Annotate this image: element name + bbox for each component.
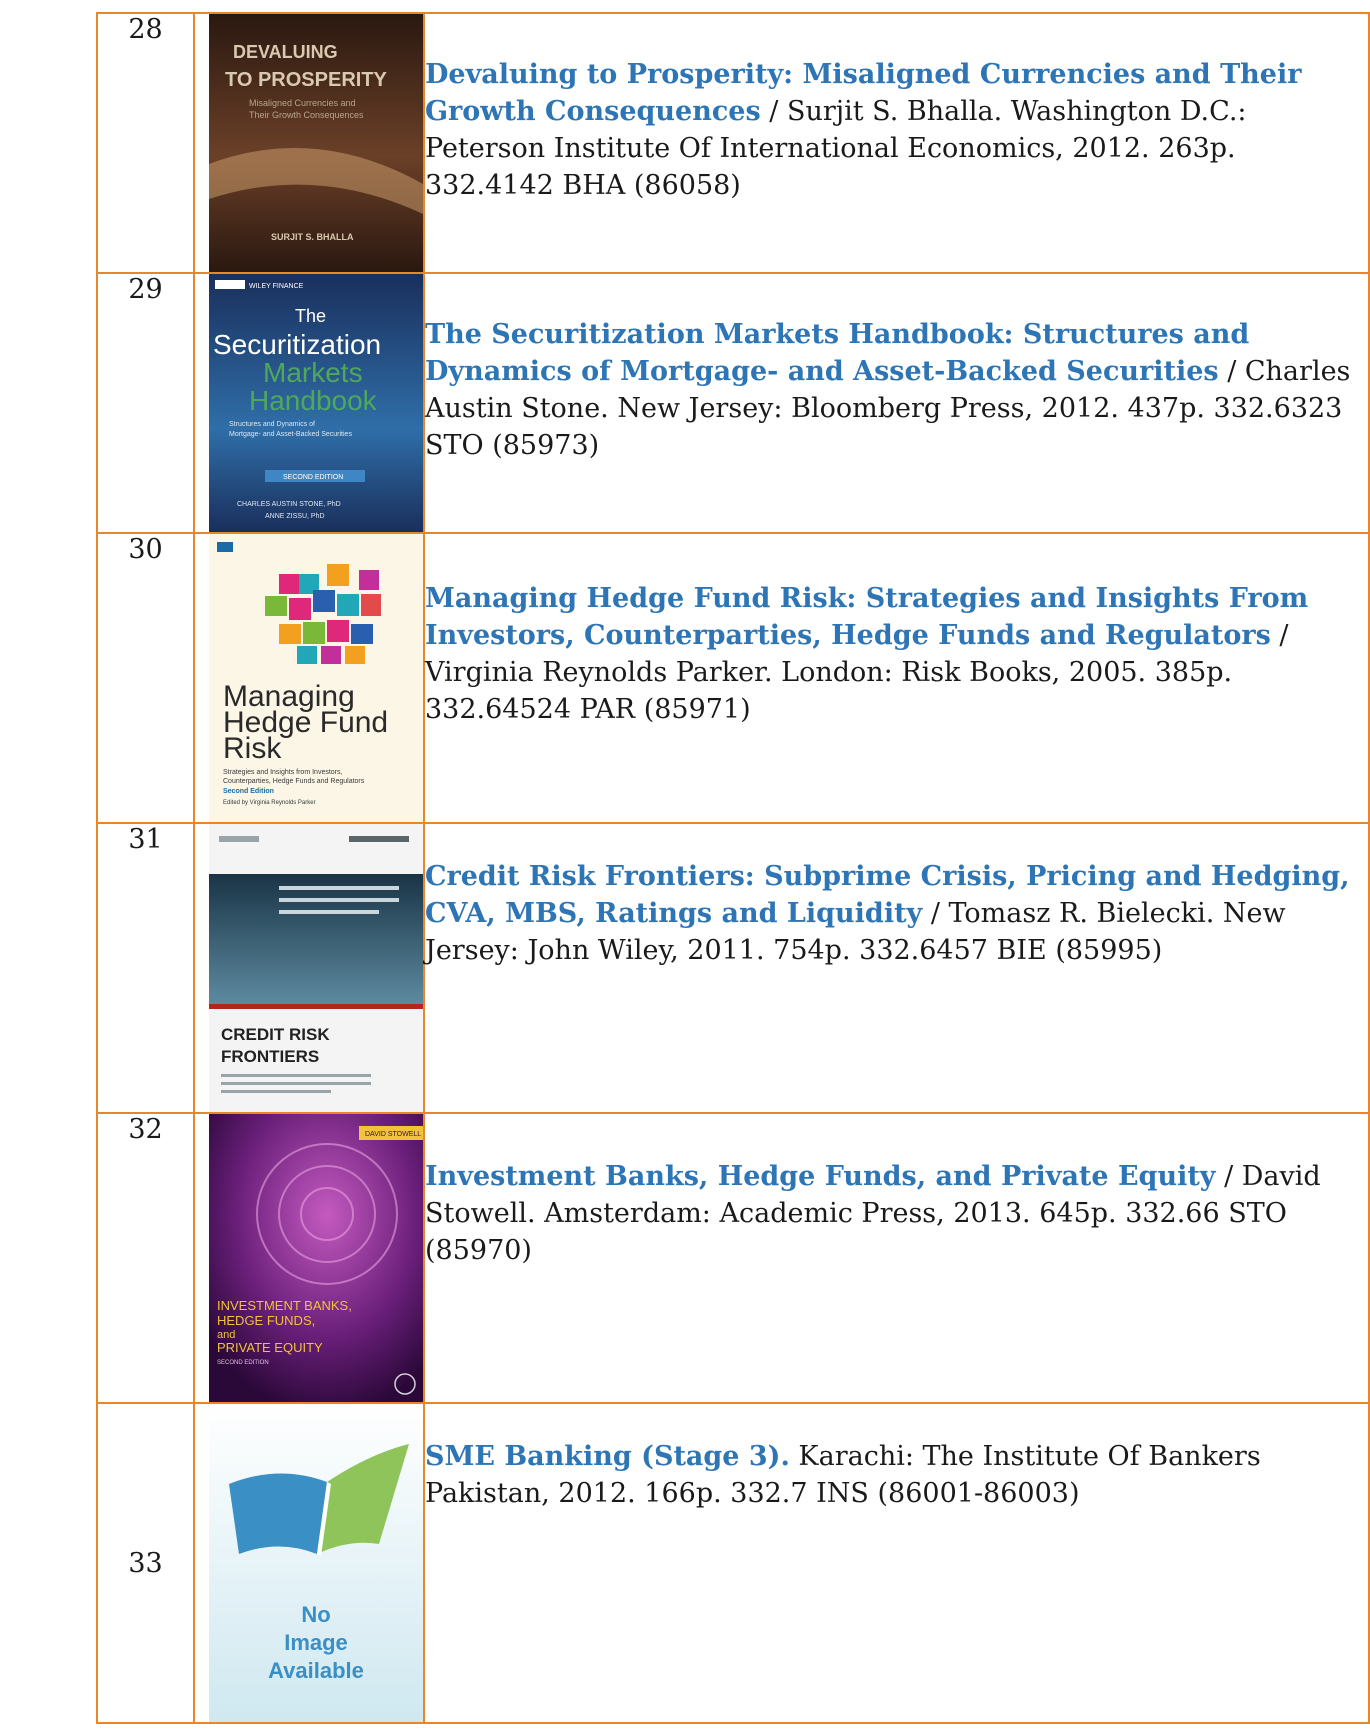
cover-cell: No Image Available [193,1402,425,1724]
cover-art-credit-risk: CREDIT RISK FRONTIERS [209,824,423,1112]
citation: The Securitization Markets Handbook: Str… [425,316,1368,464]
table-row: 33 No Image Available SME Banking (Stage… [96,1402,1370,1724]
book-cover: DEVALUING TO PROSPERITY Misaligned Curre… [209,14,423,272]
citation: Managing Hedge Fund Risk: Strategies and… [425,580,1368,728]
cover-editor: Edited by Virginia Reynolds Parker [223,800,316,806]
cover-publisher: WILEY FINANCE [249,283,304,290]
row-number: 29 [96,272,195,534]
table-row: 28 DEVALUING TO PROSPERITY Misaligned Cu… [96,12,1370,274]
cover-subtitle-2: Their Growth Consequences [249,110,364,120]
cover-edition: Second Edition [223,788,274,795]
cover-subtitle-2: Counterparties, Hedge Funds and Regulato… [223,778,365,785]
book-cover: DAVID STOWELL INVESTMENT BANKS, HEDGE FU… [209,1114,423,1402]
cover-cell: Managing Hedge Fund Risk Strategies and … [193,532,425,824]
cover-cell: CREDIT RISK FRONTIERS [193,822,425,1114]
cover-title-2: Securitization [213,329,381,360]
table-row: 32 DAVID STOWELL INVESTMENT BANKS, HEDGE… [96,1112,1370,1404]
cover-edition: SECOND EDITION [283,474,343,481]
entry-cell: Managing Hedge Fund Risk: Strategies and… [423,532,1370,824]
placeholder-line-3: Available [268,1658,364,1683]
entry-cell: Devaluing to Prosperity: Misaligned Curr… [423,12,1370,274]
row-number: 28 [96,12,195,274]
cover-title-1: INVESTMENT BANKS, [217,1298,352,1313]
citation: Investment Banks, Hedge Funds, and Priva… [425,1158,1368,1269]
cover-cell: DEVALUING TO PROSPERITY Misaligned Curre… [193,12,425,274]
book-cover: Managing Hedge Fund Risk Strategies and … [209,534,423,822]
table-row: 30 Managing Hedge Fund Risk Strategies a… [96,532,1370,824]
cover-title-1: The [295,306,326,326]
entry-cell: Investment Banks, Hedge Funds, and Priva… [423,1112,1370,1404]
row-number: 31 [96,822,195,1114]
cover-title-2: FRONTIERS [221,1047,319,1066]
cover-title-2: TO PROSPERITY [225,69,388,91]
entry-cell: Credit Risk Frontiers: Subprime Crisis, … [423,822,1370,1114]
cover-title-1: DEVALUING [233,42,338,62]
cover-art-securitization: WILEY FINANCE The Securitization Markets… [209,274,423,532]
cover-art-hedge-fund-risk: Managing Hedge Fund Risk Strategies and … [209,534,423,822]
citation: SME Banking (Stage 3). Karachi: The Inst… [425,1438,1368,1512]
cover-author-2: ANNE ZISSU, PhD [265,513,325,520]
entry-cell: SME Banking (Stage 3). Karachi: The Inst… [423,1402,1370,1724]
cover-title-4: Handbook [249,385,378,416]
book-cover: CREDIT RISK FRONTIERS [209,824,423,1112]
cover-cell: WILEY FINANCE The Securitization Markets… [193,272,425,534]
cover-author-1: CHARLES AUSTIN STONE, PhD [237,501,341,508]
cover-author: DAVID STOWELL [365,1131,421,1138]
citation: Credit Risk Frontiers: Subprime Crisis, … [425,858,1368,969]
cover-subtitle-1: Misaligned Currencies and [249,98,356,108]
citation: Devaluing to Prosperity: Misaligned Curr… [425,56,1368,204]
entry-cell: The Securitization Markets Handbook: Str… [423,272,1370,534]
row-number: 32 [96,1112,195,1404]
cover-subtitle-2: Mortgage- and Asset-Backed Securities [229,431,352,438]
cover-subtitle-1: Structures and Dynamics of [229,421,315,428]
cover-title-3: Markets [263,357,363,388]
cover-subtitle-1: Strategies and Insights from Investors, [223,769,342,776]
row-number: 30 [96,532,195,824]
cover-edition: SECOND EDITION [217,1360,269,1366]
cover-cell: DAVID STOWELL INVESTMENT BANKS, HEDGE FU… [193,1112,425,1404]
book-cover: WILEY FINANCE The Securitization Markets… [209,274,423,532]
book-cover: No Image Available [209,1404,423,1722]
cover-title-1: CREDIT RISK [221,1025,330,1044]
no-image-placeholder: No Image Available [209,1404,423,1722]
row-number: 33 [96,1402,195,1724]
book-title-link[interactable]: Investment Banks, Hedge Funds, and Priva… [425,1161,1216,1192]
book-title-link[interactable]: The Securitization Markets Handbook: Str… [425,319,1249,387]
catalog-table: 28 DEVALUING TO PROSPERITY Misaligned Cu… [96,12,1370,1724]
cover-author: SURJIT S. BHALLA [271,232,354,242]
book-title-link[interactable]: Managing Hedge Fund Risk: Strategies and… [425,583,1308,651]
placeholder-line-2: Image [284,1630,348,1655]
cover-title-3: Risk [223,732,282,765]
cover-art-devaluing: DEVALUING TO PROSPERITY Misaligned Curre… [209,14,423,272]
placeholder-line-1: No [301,1602,330,1627]
cover-title-2: HEDGE FUNDS, [217,1313,315,1328]
table-row: 31 CREDIT RISK FRONTIERS Credit Risk Fro… [96,822,1370,1114]
cover-title-4: PRIVATE EQUITY [217,1340,323,1355]
table-row: 29 WILEY FINANCE The Securitization Mark… [96,272,1370,534]
book-title-link[interactable]: SME Banking (Stage 3). [425,1441,790,1472]
cover-art-investment-banks: DAVID STOWELL INVESTMENT BANKS, HEDGE FU… [209,1114,423,1402]
